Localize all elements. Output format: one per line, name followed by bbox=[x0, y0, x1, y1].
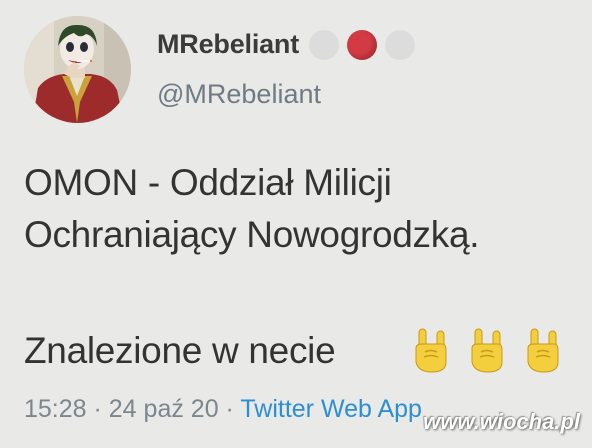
sign-of-horns-icon bbox=[527, 328, 559, 373]
tweet-text-line: OMON - Oddział Milicji bbox=[24, 162, 392, 203]
watermark: www.wiocha.pl bbox=[423, 409, 580, 434]
tweet-time[interactable]: 15:28 bbox=[24, 395, 87, 423]
tweet-text-line: Ochraniający Nowogrodzką. bbox=[24, 214, 480, 255]
meta-separator: · bbox=[86, 395, 109, 423]
user-handle[interactable]: @MRebeliant bbox=[157, 79, 321, 110]
tweet-card: MRebeliant @MRebeliant OMON - Oddział Mi… bbox=[0, 0, 592, 448]
white-circle-icon bbox=[385, 30, 415, 60]
display-name[interactable]: MRebeliant bbox=[157, 29, 299, 60]
joker-avatar-icon bbox=[24, 16, 131, 123]
sign-of-horns-icon bbox=[471, 328, 503, 373]
red-circle-icon bbox=[347, 30, 377, 60]
avatar[interactable] bbox=[24, 16, 131, 123]
source-link[interactable]: Twitter Web App bbox=[240, 395, 422, 423]
tweet-text-line: Znalezione w necie bbox=[24, 330, 336, 371]
tweet-meta: 15:28 · 24 paź 20 · Twitter Web App bbox=[24, 395, 422, 424]
white-circle-icon bbox=[309, 30, 339, 60]
meta-separator: · bbox=[218, 395, 241, 423]
tweet-date[interactable]: 24 paź 20 bbox=[109, 395, 219, 423]
sign-of-horns-icon bbox=[415, 328, 447, 373]
